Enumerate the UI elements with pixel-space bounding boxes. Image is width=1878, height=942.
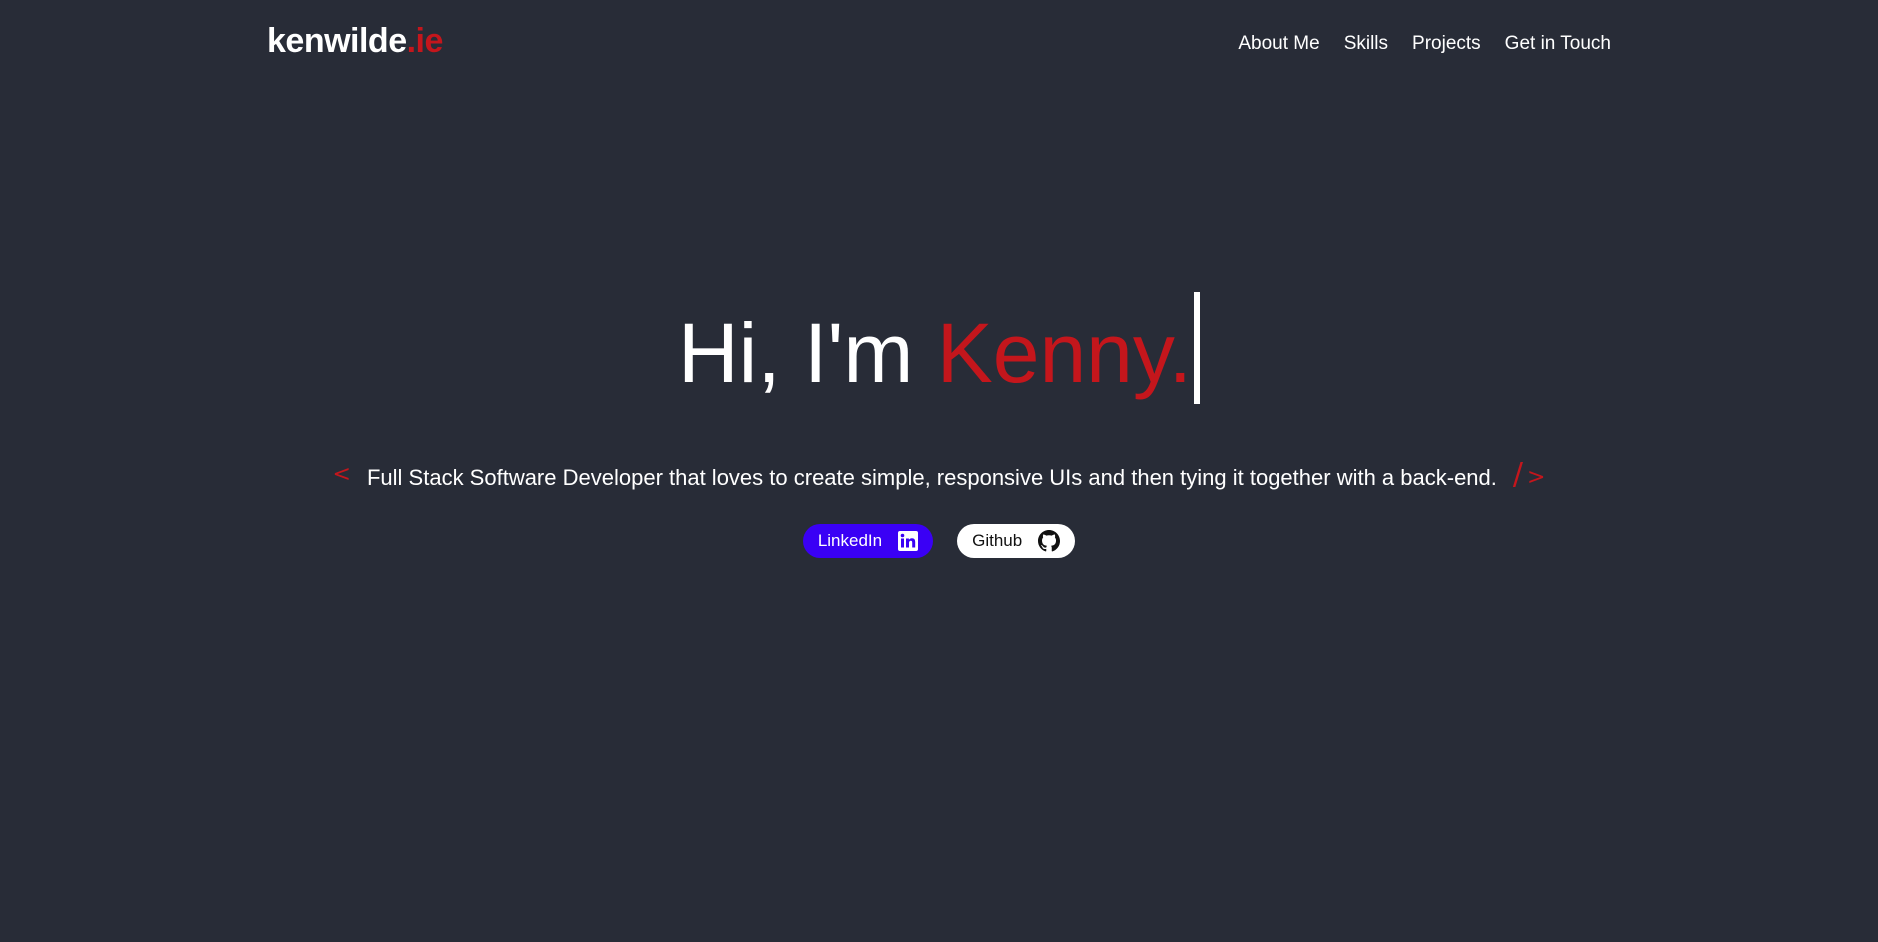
tagline-row: < Full Stack Software Developer that lov…	[0, 457, 1878, 495]
tag-close-bracket: / >	[1513, 457, 1546, 492]
github-icon	[1038, 530, 1061, 552]
github-label: Github	[972, 531, 1023, 550]
typing-caret	[1193, 292, 1200, 404]
logo-tld: .ie	[406, 22, 444, 60]
logo-text: kenwilde	[267, 22, 407, 60]
site-logo[interactable]: kenwilde.ie	[267, 22, 443, 61]
nav-about-me[interactable]: About Me	[1238, 33, 1319, 55]
nav-skills[interactable]: Skills	[1344, 33, 1388, 55]
nav-get-in-touch[interactable]: Get in Touch	[1505, 33, 1611, 55]
nav-projects[interactable]: Projects	[1412, 33, 1481, 55]
main-nav: About Me Skills Projects Get in Touch	[1238, 33, 1611, 55]
linkedin-icon	[898, 531, 919, 551]
social-buttons: LinkedIn Github	[0, 524, 1878, 558]
linkedin-button[interactable]: LinkedIn	[802, 524, 934, 558]
hero-name: Kenny.	[936, 306, 1192, 400]
hero-greeting: Hi, I'm	[678, 306, 937, 400]
github-button[interactable]: Github	[957, 524, 1076, 558]
tag-close-slash: /	[1512, 457, 1523, 492]
tag-open-bracket: <	[332, 462, 351, 487]
tag-close-angle: >	[1527, 465, 1546, 490]
hero-tagline: Full Stack Software Developer that loves…	[366, 464, 1497, 490]
hero-title: Hi, I'm Kenny.	[0, 292, 1878, 413]
site-header: kenwilde.ie About Me Skills Projects Get…	[0, 0, 1878, 90]
page: kenwilde.ie About Me Skills Projects Get…	[0, 0, 1878, 942]
linkedin-label: LinkedIn	[817, 531, 883, 550]
